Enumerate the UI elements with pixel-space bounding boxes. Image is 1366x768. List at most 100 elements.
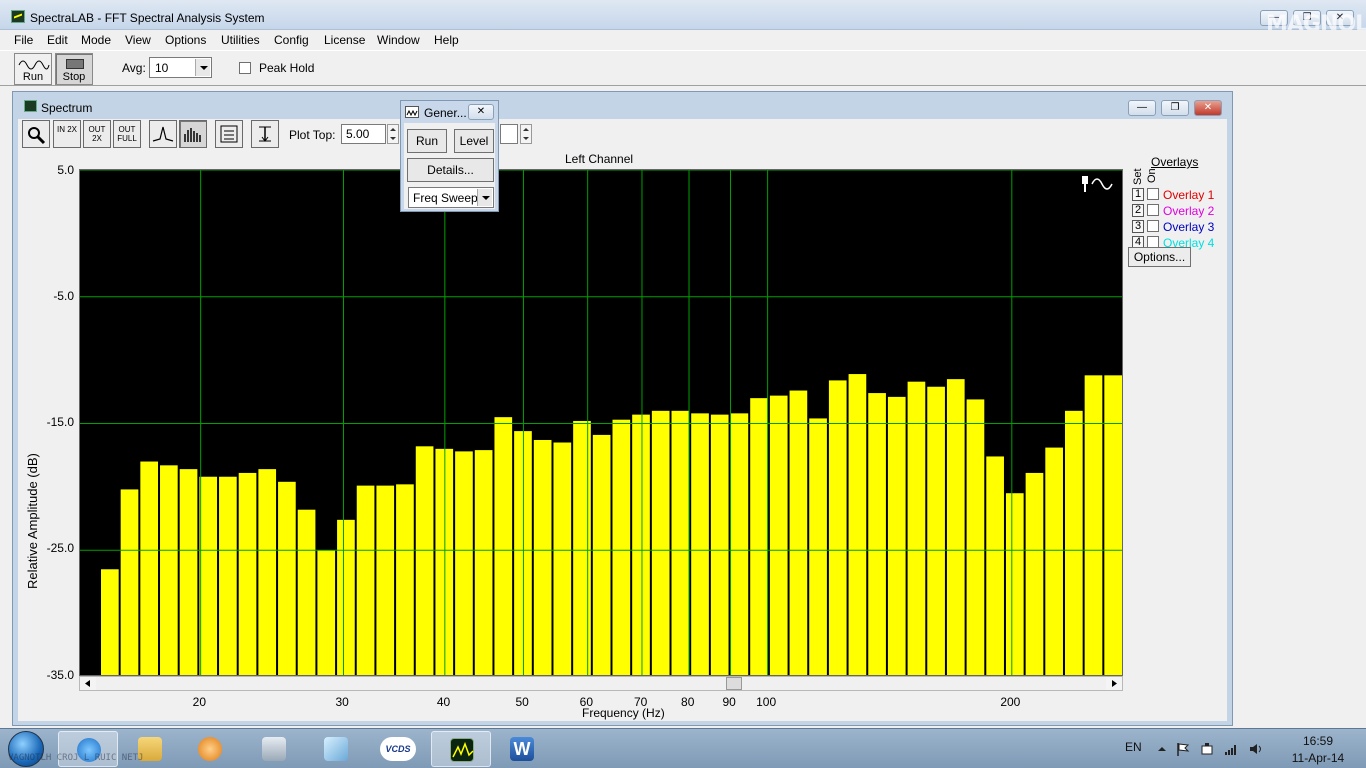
spectrum-bar — [553, 442, 572, 675]
x-tick-label: 200 — [1000, 695, 1021, 709]
avg-select[interactable]: 10 — [149, 57, 212, 78]
y-tick-label: -35.0 — [46, 668, 74, 682]
bar-plot-icon[interactable] — [179, 120, 207, 148]
spectrum-bar — [415, 446, 434, 675]
taskbar-word[interactable]: W — [492, 731, 552, 767]
spectrum-chart — [80, 170, 1122, 675]
menu-license[interactable]: License — [324, 33, 365, 47]
action-center-flag-icon[interactable] — [1176, 742, 1190, 756]
zoom-in-2x-icon[interactable]: IN 2X — [53, 120, 81, 148]
overlays-on-label: On — [1146, 168, 1158, 183]
menu-file[interactable]: File — [14, 33, 33, 47]
zoom-out-full-icon[interactable]: OUT FULL — [113, 120, 141, 148]
spectrum-bar — [986, 456, 1004, 675]
media-player-icon — [198, 737, 222, 761]
spectrum-bar — [671, 410, 690, 675]
frequency-scrollbar[interactable] — [79, 676, 1123, 691]
menu-config[interactable]: Config — [274, 33, 309, 47]
overlay-set-button-1[interactable]: 1 — [1132, 188, 1144, 201]
spectrum-bar — [533, 439, 552, 675]
generator-client-area: Run Level Details... Freq Sweep — [404, 123, 495, 209]
taskbar-notepad[interactable] — [306, 731, 366, 767]
clock-date[interactable]: 11-Apr-14 — [1283, 751, 1353, 765]
plot-top-input[interactable]: 5.00 — [341, 124, 386, 144]
spectrum-bar — [809, 418, 827, 675]
language-indicator[interactable]: EN — [1125, 740, 1142, 754]
scroll-thumb[interactable] — [726, 677, 742, 690]
overlay-on-checkbox-3[interactable] — [1147, 220, 1159, 232]
spectrum-bar — [573, 420, 591, 675]
x-axis-label: Frequency (Hz) — [582, 706, 665, 720]
plot-bottom-input[interactable] — [500, 124, 518, 144]
show-hidden-icons-icon[interactable] — [1155, 742, 1169, 756]
volume-icon[interactable] — [1249, 742, 1263, 756]
power-icon[interactable] — [1200, 742, 1214, 756]
menu-options[interactable]: Options — [165, 33, 206, 47]
spectrum-bar — [396, 484, 414, 675]
spectrum-bar — [1005, 493, 1024, 675]
menu-view[interactable]: View — [125, 33, 151, 47]
spectrum-bar — [455, 451, 473, 675]
taskbar-spectralab[interactable] — [431, 731, 491, 767]
y-tick-label: -25.0 — [46, 541, 74, 555]
menu-edit[interactable]: Edit — [47, 33, 68, 47]
x-tick-label: 30 — [335, 695, 349, 709]
scale-icon[interactable] — [251, 120, 279, 148]
peak-hold-checkbox[interactable] — [239, 62, 251, 74]
chevron-down-icon[interactable] — [477, 189, 492, 206]
spectrum-bar — [907, 381, 926, 675]
taskbar-media-player[interactable] — [180, 731, 240, 767]
scroll-left-icon[interactable] — [80, 677, 96, 690]
plot-bottom-spinner[interactable] — [520, 124, 532, 144]
chevron-down-icon[interactable] — [195, 59, 210, 76]
clock-time[interactable]: 16:59 — [1288, 734, 1348, 748]
title-bar[interactable]: SpectraLAB - FFT Spectral Analysis Syste… — [0, 0, 1366, 37]
run-button[interactable]: Run — [14, 53, 52, 85]
legend-icon[interactable] — [215, 120, 243, 148]
spectrum-close-button[interactable]: ✕ — [1194, 100, 1222, 116]
menu-help[interactable]: Help — [434, 33, 459, 47]
spectralab-app-icon[interactable] — [11, 10, 25, 23]
y-axis-label: Relative Amplitude (dB) — [25, 453, 40, 589]
plot-top-spinner[interactable] — [387, 124, 399, 144]
y-tick-label: -15.0 — [46, 415, 74, 429]
generator-details-button[interactable]: Details... — [407, 158, 494, 182]
menu-mode[interactable]: Mode — [81, 33, 111, 47]
overlay-on-checkbox-1[interactable] — [1147, 188, 1159, 200]
spectrum-bar — [199, 476, 218, 675]
spectrum-bar — [1104, 375, 1122, 675]
scroll-right-icon[interactable] — [1106, 677, 1122, 690]
overlays-set-label: Set — [1132, 168, 1144, 185]
overlay-set-button-3[interactable]: 3 — [1132, 220, 1144, 233]
overlay-set-button-2[interactable]: 2 — [1132, 204, 1144, 217]
overlays-header[interactable]: Overlays — [1151, 155, 1198, 169]
spectrum-maximize-button[interactable]: ❐ — [1161, 100, 1189, 116]
line-plot-icon[interactable] — [149, 120, 177, 148]
generator-close-button[interactable]: ✕ — [468, 104, 494, 120]
spectrum-bar — [258, 469, 277, 675]
zoom-icon[interactable] — [22, 120, 50, 148]
taskbar-calculator[interactable] — [244, 731, 304, 767]
x-tick-label: 50 — [515, 695, 529, 709]
spectrum-window-title: Spectrum — [41, 101, 93, 115]
stop-button[interactable]: Stop — [55, 53, 93, 85]
network-icon[interactable] — [1224, 742, 1238, 756]
generator-window-icon — [405, 106, 419, 118]
generator-mode-select[interactable]: Freq Sweep — [408, 187, 494, 208]
menu-utilities[interactable]: Utilities — [221, 33, 260, 47]
generator-run-button[interactable]: Run — [407, 129, 447, 153]
generator-level-button[interactable]: Level — [454, 129, 494, 153]
spectrum-plot[interactable] — [79, 169, 1123, 676]
taskbar-vcds[interactable]: VCDS — [368, 731, 428, 767]
overlay-options-button[interactable]: Options... — [1128, 247, 1191, 267]
spectrum-bar — [120, 489, 139, 675]
menu-window[interactable]: Window — [377, 33, 420, 47]
spectrum-bar — [966, 399, 985, 675]
spectrum-minimize-button[interactable]: — — [1128, 100, 1156, 116]
taskbar-ghost-text: VAGNOTLH CROJ L RUIC NETJ — [8, 753, 144, 763]
spectrum-bar — [828, 380, 847, 675]
generator-wave-icon[interactable] — [1080, 174, 1118, 194]
spectrum-bar — [1025, 472, 1044, 675]
overlay-on-checkbox-2[interactable] — [1147, 204, 1159, 216]
zoom-out-2x-icon[interactable]: OUT 2X — [83, 120, 111, 148]
